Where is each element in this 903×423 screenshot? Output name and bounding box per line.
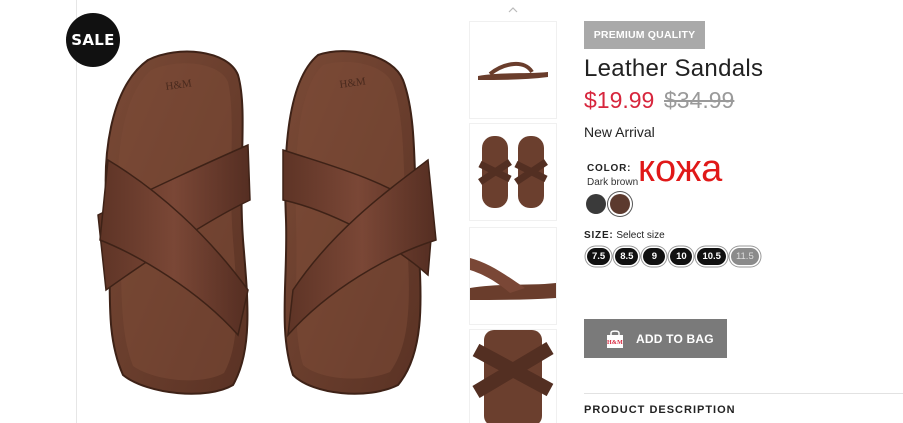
color-label: COLOR:: [587, 163, 632, 174]
size-option[interactable]: 10.5: [697, 248, 726, 265]
thumbnail-top-view[interactable]: [470, 124, 556, 220]
size-label: SIZE: Select size: [584, 230, 665, 241]
color-value: Dark brown: [587, 177, 639, 188]
new-arrival-label: New Arrival: [584, 124, 655, 140]
chevron-up-icon[interactable]: [508, 6, 518, 14]
main-product-image[interactable]: H&M H&M: [88, 40, 448, 405]
product-title: Leather Sandals: [584, 55, 764, 82]
size-option[interactable]: 10: [670, 248, 693, 265]
size-option[interactable]: 7.5: [587, 248, 611, 265]
size-label-title: SIZE:: [584, 230, 614, 241]
thumbnail-closeup-top[interactable]: [470, 330, 556, 423]
size-option[interactable]: 8.5: [615, 248, 639, 265]
bag-logo-text: H&M: [607, 340, 623, 346]
sale-price: $19.99: [584, 87, 655, 113]
add-to-bag-label: ADD TO BAG: [636, 331, 714, 346]
section-divider: [584, 393, 903, 394]
thumbnail-gallery: [470, 0, 556, 423]
left-divider: [76, 0, 77, 423]
thumbnail-closeup-side[interactable]: [470, 228, 556, 324]
premium-quality-badge: PREMIUM QUALITY: [584, 21, 705, 49]
size-option-disabled: 11.5: [730, 248, 759, 265]
overlay-annotation: кожа: [638, 148, 723, 190]
original-price: $34.99: [664, 87, 735, 113]
size-option[interactable]: 9: [643, 248, 666, 265]
product-description-header[interactable]: PRODUCT DESCRIPTION: [584, 404, 736, 416]
add-to-bag-button[interactable]: H&M ADD TO BAG: [584, 319, 727, 358]
color-swatch-dark-brown[interactable]: [610, 194, 630, 214]
shopping-bag-icon: H&M: [607, 329, 623, 348]
thumbnail-side-view[interactable]: [470, 22, 556, 118]
color-swatch-dark-grey[interactable]: [586, 194, 606, 214]
size-selector: 7.5 8.5 9 10 10.5 11.5: [587, 248, 759, 265]
size-prompt: Select size: [616, 230, 665, 241]
